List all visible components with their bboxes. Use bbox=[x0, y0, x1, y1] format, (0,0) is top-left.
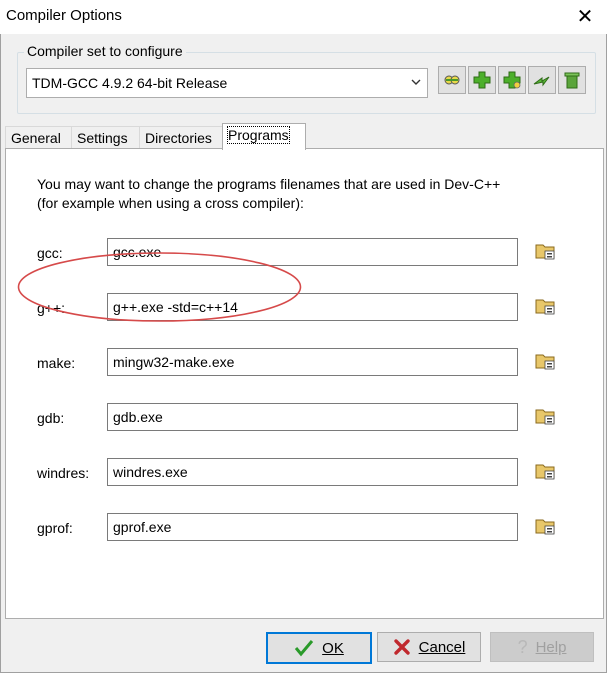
add-compiler-folder-button[interactable] bbox=[498, 66, 526, 94]
cancel-x-icon bbox=[393, 639, 410, 655]
tab-general[interactable]: General bbox=[5, 126, 73, 149]
compiler-properties-button[interactable] bbox=[438, 66, 466, 94]
gcc-label: gcc: bbox=[37, 245, 63, 261]
checkmark-icon bbox=[295, 640, 314, 657]
title-bar: Compiler Options ✕ bbox=[0, 0, 607, 34]
gpp-browse-button[interactable] bbox=[532, 293, 558, 319]
add-compiler-button[interactable] bbox=[468, 66, 496, 94]
properties-icon bbox=[444, 75, 460, 85]
close-button[interactable]: ✕ bbox=[573, 5, 597, 29]
gprof-browse-button[interactable] bbox=[532, 513, 558, 539]
gdb-label: gdb: bbox=[37, 410, 65, 426]
windres-label: windres: bbox=[37, 465, 90, 481]
compiler-set-selected: TDM-GCC 4.9.2 64-bit Release bbox=[32, 75, 228, 91]
tab-settings[interactable]: Settings bbox=[71, 126, 141, 149]
delete-compiler-button[interactable] bbox=[558, 66, 586, 94]
add-icon bbox=[473, 71, 491, 89]
help-button[interactable]: ? Help bbox=[490, 632, 594, 662]
tab-programs[interactable]: Programs bbox=[222, 123, 306, 150]
gcc-field[interactable]: gcc.exe bbox=[107, 238, 518, 266]
folder-browse-icon bbox=[535, 299, 555, 315]
folder-browse-icon bbox=[535, 464, 555, 480]
help-question-icon: ? bbox=[517, 636, 528, 657]
programs-intro: You may want to change the programs file… bbox=[37, 176, 501, 211]
add-folder-icon bbox=[503, 71, 521, 89]
window-title: Compiler Options bbox=[6, 7, 122, 24]
gpp-field[interactable]: g++.exe -std=c++14 bbox=[107, 293, 518, 321]
ok-button[interactable]: OK bbox=[266, 632, 372, 664]
chevron-down-icon bbox=[411, 79, 421, 85]
rename-compiler-button[interactable] bbox=[528, 66, 556, 94]
gprof-label: gprof: bbox=[37, 520, 73, 536]
rename-icon bbox=[533, 76, 550, 87]
compiler-set-label: Compiler set to configure bbox=[24, 43, 186, 59]
delete-icon bbox=[564, 72, 580, 89]
tab-directories[interactable]: Directories bbox=[139, 126, 227, 149]
dialog-body: Compiler set to configure TDM-GCC 4.9.2 … bbox=[0, 34, 607, 673]
make-browse-button[interactable] bbox=[532, 348, 558, 374]
make-label: make: bbox=[37, 355, 76, 371]
gcc-browse-button[interactable] bbox=[532, 238, 558, 264]
gpp-label: g++: bbox=[37, 300, 66, 316]
folder-browse-icon bbox=[535, 354, 555, 370]
windres-field[interactable]: windres.exe bbox=[107, 458, 518, 486]
cancel-button[interactable]: Cancel bbox=[377, 632, 481, 662]
gprof-field[interactable]: gprof.exe bbox=[107, 513, 518, 541]
folder-browse-icon bbox=[535, 244, 555, 260]
gdb-browse-button[interactable] bbox=[532, 403, 558, 429]
folder-browse-icon bbox=[535, 519, 555, 535]
gdb-field[interactable]: gdb.exe bbox=[107, 403, 518, 431]
windres-browse-button[interactable] bbox=[532, 458, 558, 484]
make-field[interactable]: mingw32-make.exe bbox=[107, 348, 518, 376]
compiler-set-dropdown[interactable]: TDM-GCC 4.9.2 64-bit Release bbox=[26, 68, 428, 98]
folder-browse-icon bbox=[535, 409, 555, 425]
programs-panel: You may want to change the programs file… bbox=[5, 148, 604, 619]
